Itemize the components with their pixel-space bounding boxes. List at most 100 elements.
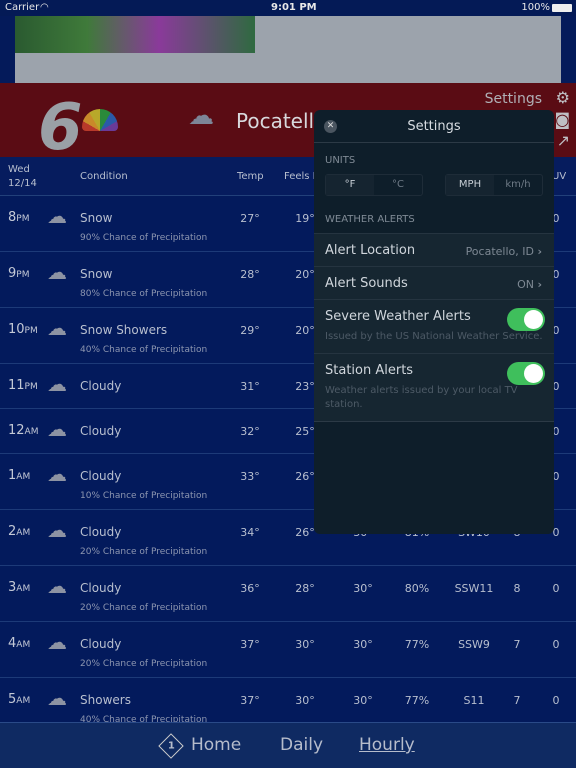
cell-feels: 30°: [295, 694, 315, 707]
cell-feels: 19°: [295, 212, 315, 225]
cloudy-icon: ☁: [47, 630, 67, 654]
cell-hum: 80%: [404, 582, 430, 595]
close-icon[interactable]: ✕: [324, 120, 337, 133]
carrier: Carrier: [5, 2, 40, 13]
hour: 10PM: [8, 322, 38, 337]
alert-location-row[interactable]: Alert Location Pocatello, ID ›: [314, 233, 554, 266]
snow-icon: ☁: [47, 204, 67, 228]
unit-celsius[interactable]: °C: [374, 175, 422, 195]
hour: 9PM: [8, 266, 30, 281]
station-alerts-row: Station Alerts Weather alerts issued by …: [314, 353, 554, 422]
hour: 12AM: [8, 423, 39, 438]
cell-feels: 20°: [295, 268, 315, 281]
precip-chance: 40% Chance of Precipitation: [80, 345, 208, 355]
chevron-right-icon: ›: [537, 278, 542, 291]
snow-showers-icon: ☁: [47, 316, 67, 340]
wifi-icon: ◠: [40, 2, 49, 13]
unit-kmh[interactable]: km/h: [494, 175, 542, 195]
units-label: UNITS: [325, 155, 356, 166]
condition: Cloudy: [80, 581, 122, 595]
condition: Showers: [80, 693, 131, 707]
battery-level: 100%: [521, 2, 550, 13]
hour: 1AM: [8, 468, 31, 483]
cell-feels: 26°: [295, 526, 315, 539]
condition: Snow: [80, 211, 113, 225]
cloudy-icon: ☁: [47, 574, 67, 598]
cell-temp: 34°: [240, 526, 260, 539]
header-date: 12/14: [8, 178, 37, 189]
night-snow-icon: ☁: [188, 101, 214, 131]
condition: Cloudy: [80, 379, 122, 393]
settings-link[interactable]: Settings: [485, 91, 542, 107]
condition: Snow Showers: [80, 323, 168, 337]
cell-feels: 23°: [295, 380, 315, 393]
cell-dew: 30°: [353, 582, 373, 595]
table-row[interactable]: 3AM ☁ Cloudy 20% Chance of Precipitation…: [0, 566, 576, 622]
cell-wind: S11: [463, 694, 485, 707]
precip-chance: 20% Chance of Precipitation: [80, 659, 208, 669]
hour: 11PM: [8, 378, 38, 393]
cloudy-icon: ☁: [47, 372, 67, 396]
cell-uv: 0: [552, 638, 560, 651]
alert-sounds-row[interactable]: Alert Sounds ON ›: [314, 266, 554, 299]
cell-feels: 30°: [295, 638, 315, 651]
cell-temp: 27°: [240, 212, 260, 225]
station-alerts-toggle[interactable]: [507, 362, 545, 385]
cell-wind: SSW9: [458, 638, 490, 651]
hour: 5AM: [8, 692, 31, 707]
unit-fahrenheit[interactable]: °F: [326, 175, 374, 195]
station-logo: 6: [38, 91, 83, 165]
precip-chance: 90% Chance of Precipitation: [80, 233, 208, 243]
ad-banner[interactable]: [15, 16, 561, 83]
cloudy-icon: ☁: [47, 462, 67, 486]
hour: 3AM: [8, 580, 31, 595]
cell-temp: 37°: [240, 694, 260, 707]
cell-dew: 30°: [353, 694, 373, 707]
settings-panel: ✕ Settings UNITS °F °C MPH km/h WEATHER …: [314, 110, 554, 534]
cell-temp: 32°: [240, 425, 260, 438]
alert-badge[interactable]: 1: [158, 733, 184, 759]
snow-icon: ☁: [47, 260, 67, 284]
share-icon[interactable]: ↗: [557, 131, 570, 150]
gear-icon[interactable]: ⚙: [556, 88, 570, 107]
hour: 2AM: [8, 524, 31, 539]
cell-gust: 7: [513, 694, 521, 707]
cell-uv: 0: [552, 694, 560, 707]
cell-feels: 26°: [295, 470, 315, 483]
cell-feels: 28°: [295, 582, 315, 595]
cell-temp: 37°: [240, 638, 260, 651]
temp-unit-selector[interactable]: °F °C: [325, 174, 423, 196]
severe-alerts-row: Severe Weather Alerts Issued by the US N…: [314, 299, 554, 353]
condition: Cloudy: [80, 424, 122, 438]
station-alerts-desc: Weather alerts issued by your local TV s…: [325, 385, 518, 410]
cell-feels: 25°: [295, 425, 315, 438]
settings-title-bar: ✕ Settings: [314, 110, 554, 143]
cell-temp: 31°: [240, 380, 260, 393]
alert-location-value: Pocatello, ID ›: [465, 245, 542, 258]
cell-hum: 77%: [404, 694, 430, 707]
table-row[interactable]: 4AM ☁ Cloudy 20% Chance of Precipitation…: [0, 622, 576, 678]
weather-alerts-label: WEATHER ALERTS: [325, 214, 415, 225]
severe-alerts-label: Severe Weather Alerts: [325, 309, 471, 324]
battery-icon: [552, 4, 572, 12]
settings-title: Settings: [407, 119, 461, 134]
cell-gust: 8: [513, 582, 521, 595]
severe-alerts-toggle[interactable]: [507, 308, 545, 331]
alert-sounds-value: ON ›: [517, 278, 542, 291]
header-temp: Temp: [237, 171, 264, 182]
precip-chance: 20% Chance of Precipitation: [80, 547, 208, 557]
nav-home[interactable]: Home: [191, 735, 241, 755]
unit-mph[interactable]: MPH: [446, 175, 494, 195]
camera-icon[interactable]: ◙: [554, 110, 570, 129]
cell-feels: 20°: [295, 324, 315, 337]
cell-uv: 0: [552, 582, 560, 595]
ad-image[interactable]: [15, 16, 255, 53]
cell-dew: 30°: [353, 638, 373, 651]
wind-unit-selector[interactable]: MPH km/h: [445, 174, 543, 196]
showers-icon: ☁: [47, 686, 67, 710]
clock: 9:01 PM: [271, 2, 317, 13]
nav-daily[interactable]: Daily: [280, 735, 323, 755]
nav-hourly[interactable]: Hourly: [359, 735, 415, 755]
cell-temp: 29°: [240, 324, 260, 337]
hour: 4AM: [8, 636, 31, 651]
